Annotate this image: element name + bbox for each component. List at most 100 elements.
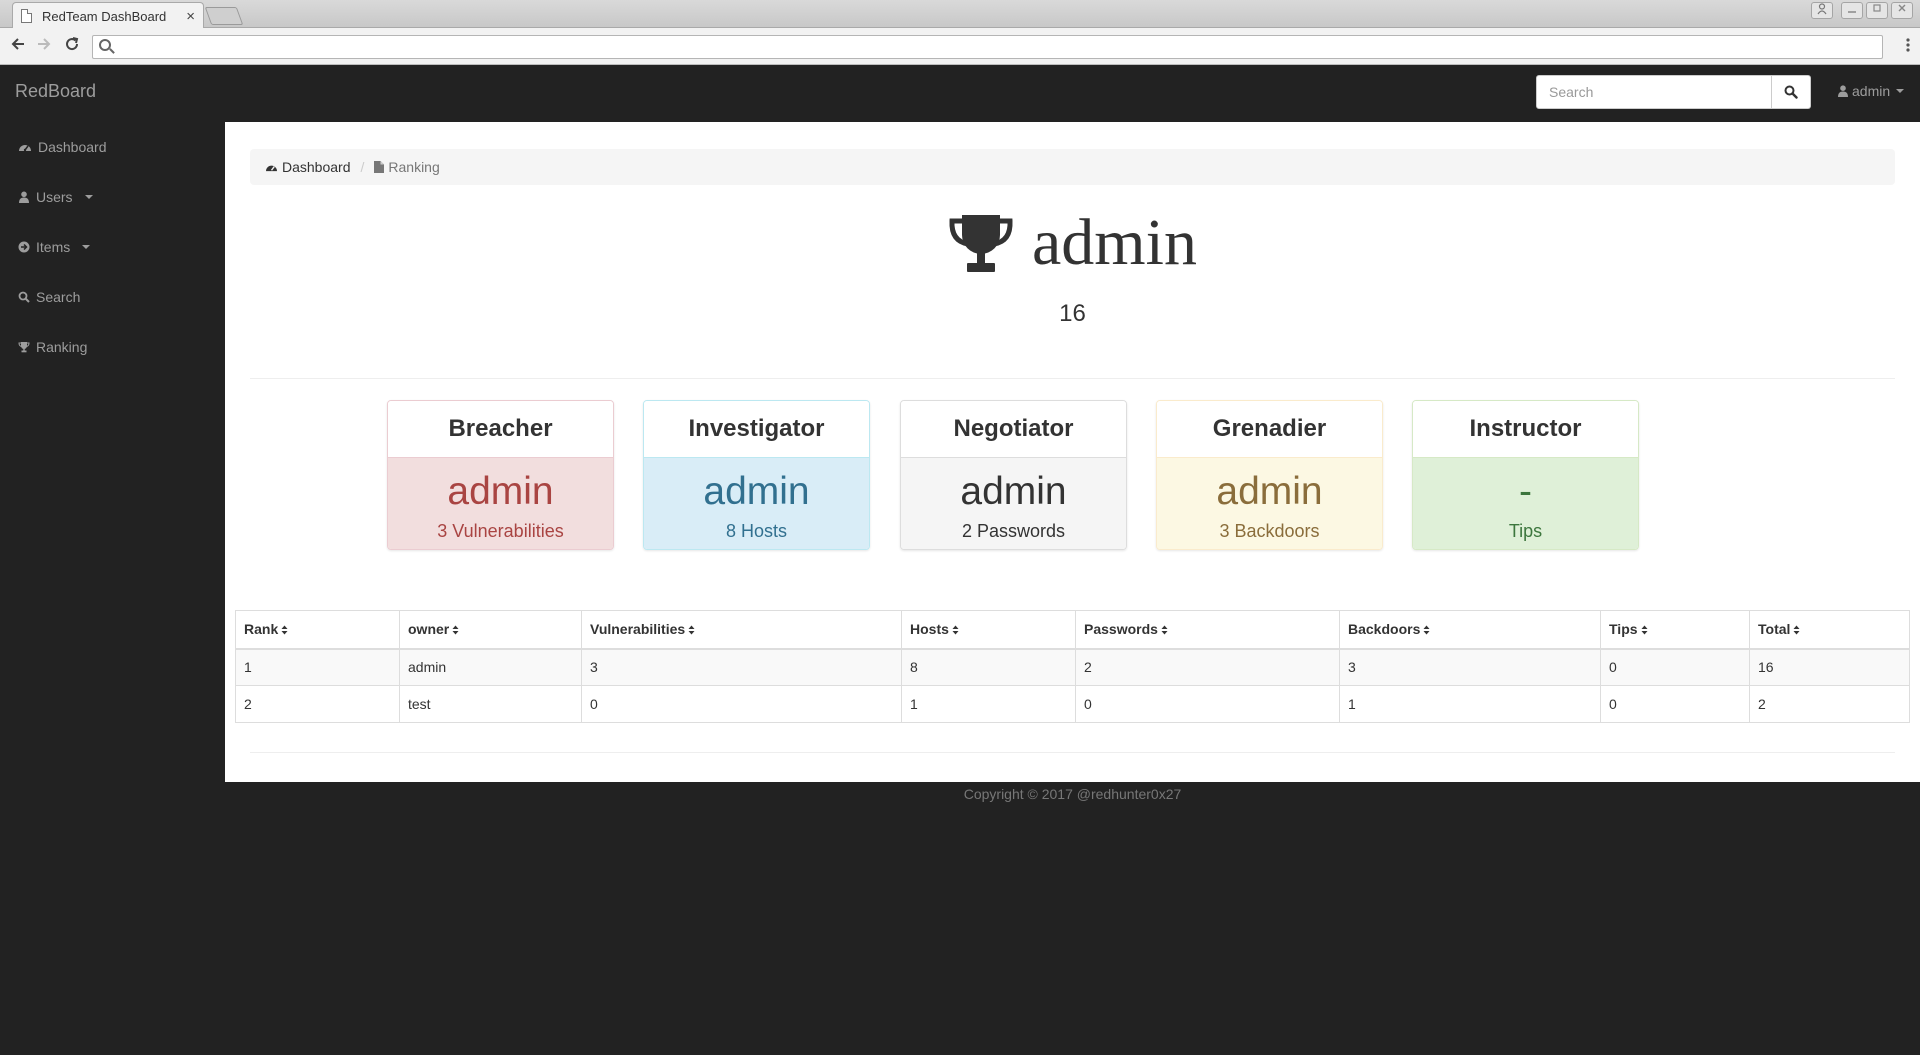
sidebar-item-label: Ranking [36, 339, 88, 355]
card-body: admin 8 Hosts [644, 458, 869, 549]
cell-hosts: 8 [901, 648, 1076, 686]
sidebar-item-items[interactable]: Items [0, 222, 225, 272]
dashboard-icon [19, 145, 31, 152]
ranking-hero: admin 16 [225, 200, 1920, 328]
browser-menu-icon[interactable] [1906, 37, 1910, 53]
new-tab-button[interactable] [204, 7, 244, 25]
cell-tips: 0 [1600, 648, 1750, 686]
column-header-tips[interactable]: Tips [1600, 610, 1750, 650]
table-header-row: Rank owner Vulnerabilities Hosts Passwor… [235, 610, 1910, 650]
sidebar-item-label: Dashboard [38, 139, 107, 155]
table-row: 1 admin 3 8 2 3 0 16 [235, 648, 1910, 686]
sort-icon [1793, 622, 1800, 638]
column-header-rank[interactable]: Rank [235, 610, 400, 650]
card-metric: 3 Backdoors [1219, 521, 1320, 541]
sort-icon [1423, 622, 1430, 638]
divider [250, 752, 1895, 753]
column-header-owner[interactable]: owner [399, 610, 582, 650]
award-card-investigator: Investigator admin 8 Hosts [643, 400, 870, 550]
card-metric: 2 Passwords [961, 521, 1066, 541]
user-icon [1838, 85, 1848, 97]
sort-icon [452, 622, 459, 638]
cell-backdoors: 3 [1339, 648, 1601, 686]
ranking-table: Rank owner Vulnerabilities Hosts Passwor… [235, 610, 1910, 723]
card-title: Instructor [1413, 401, 1638, 458]
card-title: Negotiator [901, 401, 1126, 458]
breadcrumb-home-label: Dashboard [282, 159, 351, 175]
cell-rank: 2 [235, 685, 400, 723]
cell-tips: 0 [1600, 685, 1750, 723]
restore-icon[interactable] [1866, 2, 1888, 19]
column-header-passwords[interactable]: Passwords [1075, 610, 1340, 650]
award-card-negotiator: Negotiator admin 2 Passwords [900, 400, 1127, 550]
main-content: Dashboard / Ranking admin 16 Breacher ad… [225, 122, 1920, 782]
profile-icon[interactable] [1811, 2, 1833, 19]
award-card-instructor: Instructor - Tips [1412, 400, 1639, 550]
award-cards: Breacher admin 3 Vulnerabilities Investi… [387, 400, 1647, 550]
cell-owner: test [399, 685, 582, 723]
sort-icon [1161, 622, 1168, 638]
sidebar-item-label: Search [36, 289, 81, 305]
sort-icon [281, 622, 288, 638]
brand-link[interactable]: RedBoard [15, 81, 96, 102]
cell-passwords: 0 [1075, 685, 1340, 723]
card-title: Breacher [388, 401, 613, 458]
user-menu[interactable]: admin [1838, 83, 1905, 99]
arrow-circle-icon [18, 241, 30, 253]
window-close-icon[interactable] [1891, 2, 1913, 19]
column-header-hosts[interactable]: Hosts [901, 610, 1076, 650]
breadcrumb: Dashboard / Ranking [250, 149, 1895, 185]
sidebar-item-label: Users [36, 189, 73, 205]
search-icon [1784, 85, 1798, 99]
sidebar-item-label: Items [36, 239, 71, 255]
browser-tab[interactable]: RedTeam DashBoard × [12, 2, 204, 29]
leader-name: admin [1032, 206, 1197, 279]
card-body: admin 3 Backdoors [1157, 458, 1382, 549]
user-icon [19, 191, 29, 203]
url-input[interactable] [92, 35, 1883, 59]
top-navbar: RedBoard admin [0, 66, 1920, 122]
column-header-label: Tips [1609, 620, 1638, 637]
cell-vulnerabilities: 3 [581, 648, 902, 686]
breadcrumb-dashboard[interactable]: Dashboard [265, 159, 351, 175]
cell-backdoors: 1 [1339, 685, 1601, 723]
column-header-backdoors[interactable]: Backdoors [1339, 610, 1601, 650]
search-icon [18, 291, 30, 303]
card-winner: admin [1216, 470, 1323, 513]
cell-rank: 1 [235, 648, 400, 686]
column-header-label: Hosts [910, 620, 949, 637]
browser-tab-strip: RedTeam DashBoard × [0, 0, 1920, 29]
sort-icon [688, 622, 695, 638]
card-winner: admin [703, 470, 810, 513]
minimize-icon[interactable] [1841, 2, 1863, 19]
column-header-total[interactable]: Total [1749, 610, 1910, 650]
trophy-icon [949, 215, 1013, 272]
close-tab-icon[interactable]: × [186, 8, 195, 25]
leader-score: 16 [1059, 300, 1086, 327]
sidebar-item-dashboard[interactable]: Dashboard [0, 122, 225, 172]
sidebar-item-ranking[interactable]: Ranking [0, 322, 225, 372]
sidebar-item-users[interactable]: Users [0, 172, 225, 222]
dashboard-icon [266, 165, 277, 171]
cell-owner: admin [399, 648, 582, 686]
back-icon[interactable] [6, 34, 30, 58]
card-body: admin 2 Passwords [901, 458, 1126, 549]
footer-copyright: Copyright © 2017 @redhunter0x27 [963, 786, 1182, 802]
search-icon [99, 39, 111, 51]
breadcrumb-ranking: Ranking [374, 159, 440, 175]
search-input[interactable] [1536, 75, 1772, 109]
reload-icon[interactable] [60, 34, 84, 58]
cell-hosts: 1 [901, 685, 1076, 723]
sidebar-item-search[interactable]: Search [0, 272, 225, 322]
column-header-label: Total [1758, 620, 1791, 637]
divider [250, 378, 1895, 379]
card-title: Investigator [644, 401, 869, 458]
card-metric: 3 Vulnerabilities [437, 521, 564, 541]
forward-icon[interactable] [32, 34, 56, 58]
column-header-vulnerabilities[interactable]: Vulnerabilities [581, 610, 902, 650]
card-metric: 8 Hosts [725, 521, 788, 541]
table-row: 2 test 0 1 0 1 0 2 [235, 685, 1910, 723]
column-header-label: Vulnerabilities [590, 620, 686, 637]
search-button[interactable] [1772, 75, 1811, 109]
file-icon [374, 161, 385, 173]
